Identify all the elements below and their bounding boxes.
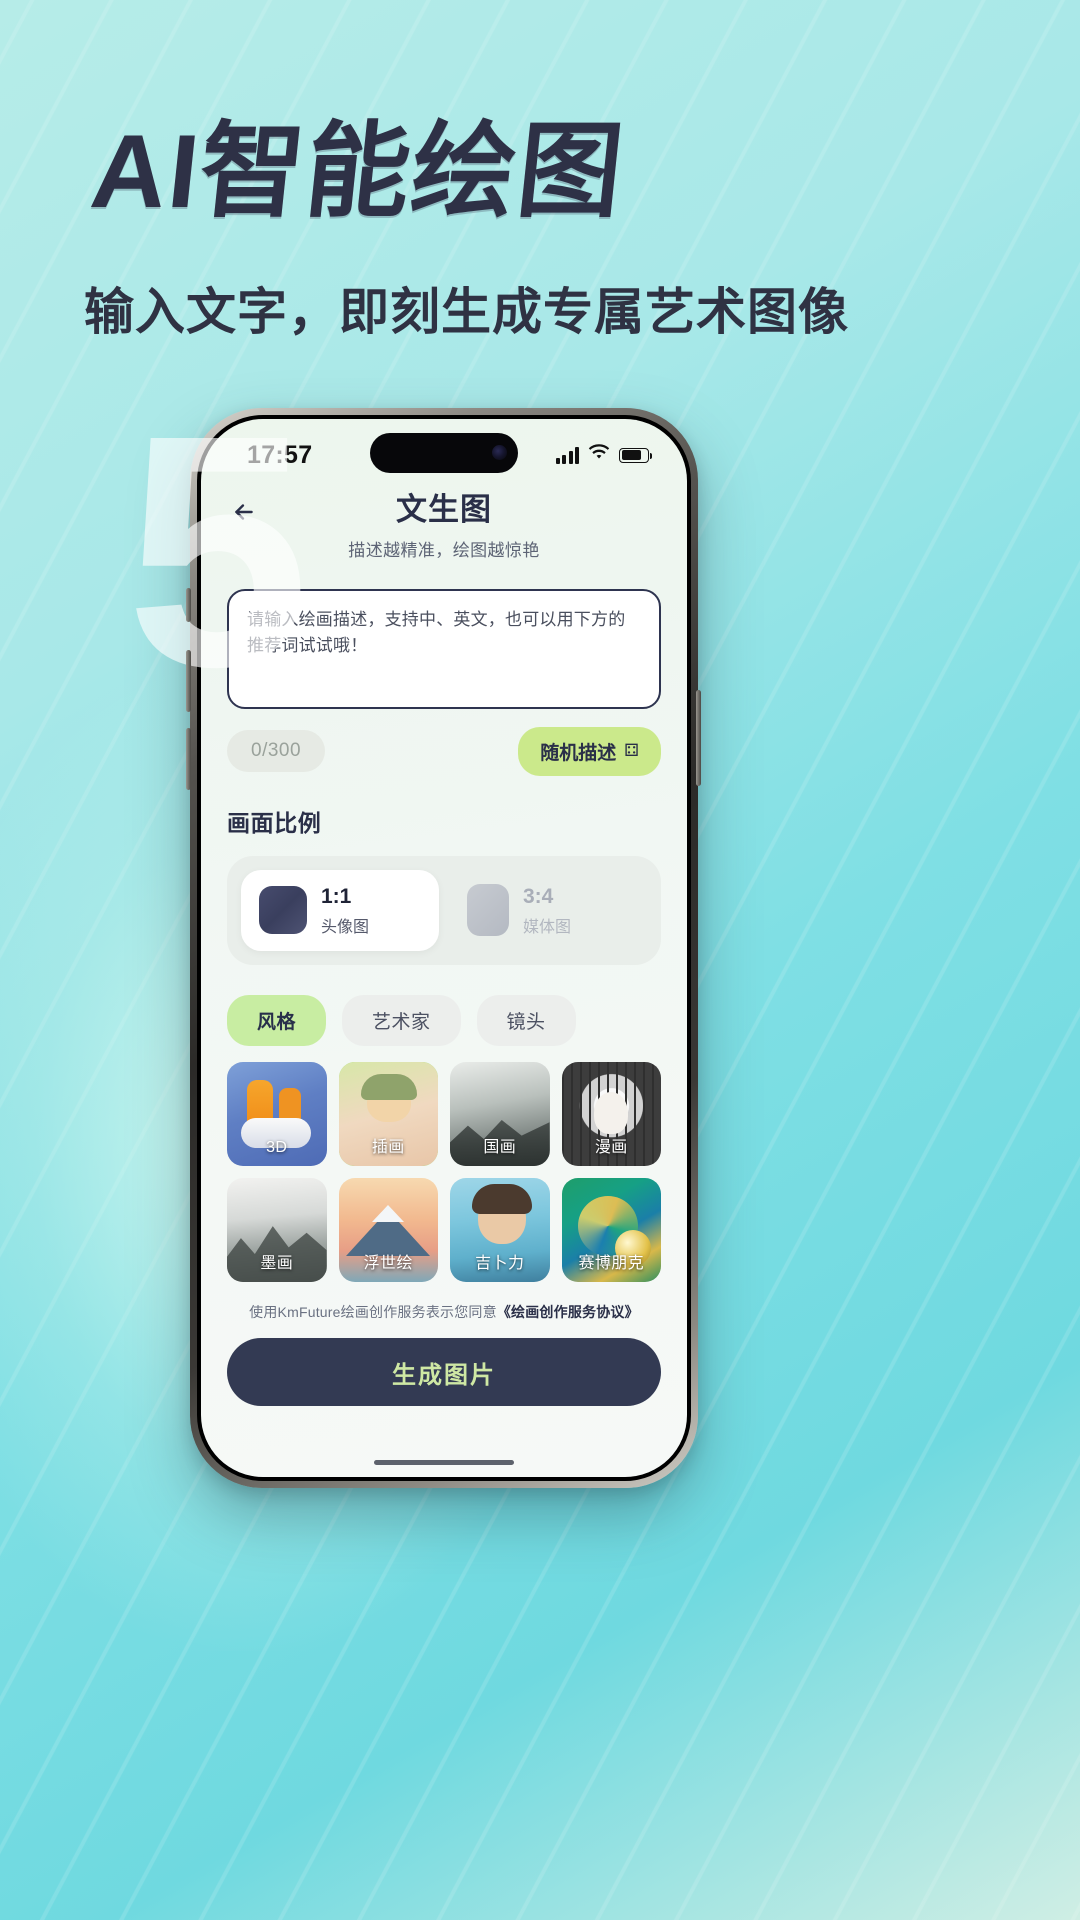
ratio-name: 头像图 xyxy=(321,919,370,936)
ratio-name: 媒体图 xyxy=(523,919,572,936)
page-title: 文生图 xyxy=(396,492,492,527)
app-header: 文生图 描述越精准，绘图越惊艳 xyxy=(201,481,687,567)
phone-volume-up-button[interactable] xyxy=(186,650,191,712)
promo-headline-wrap: AI智能绘图 xyxy=(0,114,1080,230)
style-label: 漫画 xyxy=(594,1139,628,1156)
phone-mute-switch[interactable] xyxy=(186,588,191,622)
ratio-option-1-1[interactable]: 1:1 头像图 xyxy=(241,869,439,951)
ratio-value: 3:4 xyxy=(523,884,554,908)
style-card-illustration[interactable]: 插画 xyxy=(338,1062,438,1166)
prompt-input[interactable]: 请输入绘画描述，支持中、英文，也可以用下方的推荐词试试哦！ xyxy=(227,588,661,709)
style-card-ukiyoe[interactable]: 浮世绘 xyxy=(338,1178,438,1282)
page-subtitle: 描述越精准，绘图越惊艳 xyxy=(348,540,540,560)
style-card-3d[interactable]: 3D xyxy=(227,1062,327,1166)
phone-bezel: 17:57 文生图 描述越精准，绘图越惊艳 请输入绘画描述，支持中、英文，也可以… xyxy=(197,415,691,1481)
style-card-manga[interactable]: 漫画 xyxy=(561,1062,661,1166)
agreement-link[interactable]: 《绘画创作服务协议》 xyxy=(497,1304,639,1320)
prompt-toolbar: 0/300 随机描述 ⚃ xyxy=(227,726,661,776)
style-card-ghibli[interactable]: 吉卜力 xyxy=(450,1178,550,1282)
phone-screen: 17:57 文生图 描述越精准，绘图越惊艳 请输入绘画描述，支持中、英文，也可以… xyxy=(201,419,687,1477)
style-label: 赛博朋克 xyxy=(578,1255,645,1272)
tab-lens[interactable]: 镜头 xyxy=(476,995,576,1046)
random-description-label: 随机描述 xyxy=(540,742,617,764)
app-content: 请输入绘画描述，支持中、英文，也可以用下方的推荐词试试哦！ 0/300 随机描述… xyxy=(201,588,687,1406)
phone-power-button[interactable] xyxy=(696,690,701,786)
generate-image-button[interactable]: 生成图片 xyxy=(227,1338,661,1406)
ratio-thumb-icon xyxy=(467,884,509,937)
ratio-selector: 1:1 头像图 3:4 媒体图 xyxy=(227,855,661,965)
style-card-ink-painting[interactable]: 墨画 xyxy=(227,1178,327,1282)
battery-icon xyxy=(619,447,652,463)
agreement-text: 使用KmFuture绘画创作服务表示您同意《绘画创作服务协议》 xyxy=(227,1302,661,1322)
style-label: 国画 xyxy=(483,1139,517,1156)
character-counter: 0/300 xyxy=(227,730,326,773)
tab-style[interactable]: 风格 xyxy=(227,995,327,1046)
ratio-option-text: 1:1 头像图 xyxy=(321,884,369,937)
signal-bars-icon xyxy=(555,446,579,464)
ratio-thumb-icon xyxy=(259,886,307,935)
ratio-section-title: 画面比例 xyxy=(227,809,322,836)
back-arrow-icon[interactable] xyxy=(227,495,261,529)
home-indicator xyxy=(374,1460,514,1465)
style-label: 吉卜力 xyxy=(475,1255,525,1272)
ratio-option-text: 3:4 媒体图 xyxy=(523,884,571,937)
status-icons xyxy=(555,444,652,466)
tab-artist[interactable]: 艺术家 xyxy=(342,995,461,1046)
prompt-placeholder: 请输入绘画描述，支持中、英文，也可以用下方的推荐词试试哦！ xyxy=(247,609,626,656)
phone-volume-down-button[interactable] xyxy=(186,728,191,790)
style-card-cyberpunk[interactable]: 赛博朋克 xyxy=(561,1178,661,1282)
random-description-button[interactable]: 随机描述 ⚃ xyxy=(518,726,661,776)
style-tabs: 风格 艺术家 镜头 xyxy=(227,995,661,1046)
style-label: 浮世绘 xyxy=(363,1255,413,1272)
agreement-prefix: 使用KmFuture绘画创作服务表示您同意 xyxy=(249,1304,497,1320)
dice-icon: ⚃ xyxy=(624,741,639,761)
wifi-icon xyxy=(588,444,610,466)
style-label: 插画 xyxy=(371,1139,405,1156)
ratio-value: 1:1 xyxy=(321,884,352,908)
promo-subheadline: 输入文字，即刻生成专属艺术图像 xyxy=(84,284,849,340)
phone-mockup: 17:57 文生图 描述越精准，绘图越惊艳 请输入绘画描述，支持中、英文，也可以… xyxy=(190,408,698,1488)
style-label: 3D xyxy=(266,1139,288,1156)
dynamic-island xyxy=(370,433,518,473)
promo-headline: AI智能绘图 xyxy=(85,114,631,230)
status-time: 17:57 xyxy=(247,440,313,469)
ratio-option-3-4[interactable]: 3:4 媒体图 xyxy=(449,870,647,951)
style-label: 墨画 xyxy=(260,1255,294,1272)
style-grid: 3D 插画 国画 漫画 墨画 浮世绘 吉卜力 赛博朋克 xyxy=(227,1062,661,1282)
style-card-chinese-painting[interactable]: 国画 xyxy=(450,1062,550,1166)
